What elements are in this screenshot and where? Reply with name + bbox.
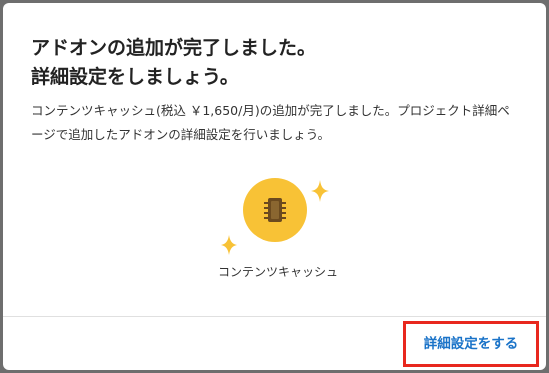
chip-icon — [264, 198, 286, 222]
sparkle-icon — [311, 180, 329, 202]
addon-icon-badge — [243, 178, 307, 242]
dialog-description: コンテンツキャッシュ(税込 ￥1,650/月)の追加が完了しました。プロジェクト… — [31, 103, 510, 142]
dialog-title-line-2: 詳細設定をしましょう。 — [31, 66, 239, 88]
addon-complete-dialog: アドオンの追加が完了しました。 詳細設定をしましょう。 コンテンツキャッシュ(税… — [3, 3, 546, 370]
addon-illustration: コンテンツキャッシュ — [208, 175, 368, 285]
sparkle-icon — [221, 235, 237, 255]
dialog-title: アドオンの追加が完了しました。 詳細設定をしましょう。 — [31, 34, 511, 92]
footer-divider — [3, 316, 546, 317]
configure-details-button[interactable]: 詳細設定をする — [403, 321, 539, 367]
addon-label: コンテンツキャッシュ — [217, 265, 338, 279]
dialog-title-line-1: アドオンの追加が完了しました。 — [31, 37, 317, 59]
